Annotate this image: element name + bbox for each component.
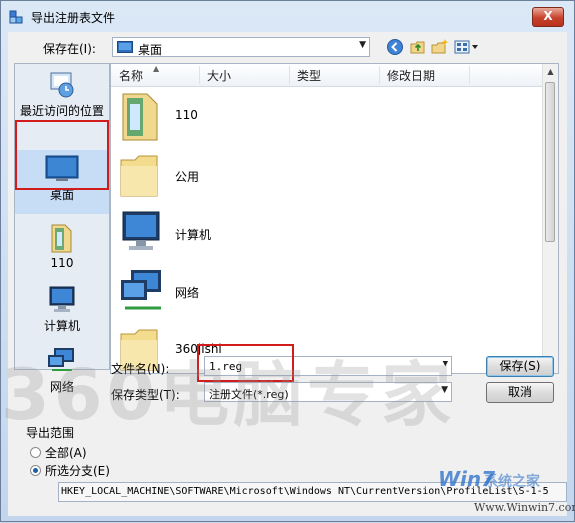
file-list[interactable]: 名称 ▲ 大小 类型 修改日期 110 公用 计算机 网络 360jishi ▲ <box>110 63 559 374</box>
view-icon <box>454 40 478 54</box>
list-item[interactable]: 网络 <box>117 266 517 316</box>
view-menu-button[interactable] <box>454 38 484 56</box>
column-divider <box>379 66 380 84</box>
column-header: 名称 ▲ 大小 类型 修改日期 <box>111 64 545 87</box>
column-divider <box>199 66 200 84</box>
place-label: 计算机 <box>43 319 80 333</box>
branch-path-input[interactable]: HKEY_LOCAL_MACHINE\SOFTWARE\Microsoft\Wi… <box>58 482 567 502</box>
filename-label: 文件名(N): <box>111 362 170 376</box>
column-divider <box>469 66 470 84</box>
up-folder-button[interactable] <box>409 38 427 56</box>
lookin-label: 保存在(I): <box>43 42 96 56</box>
place-user[interactable]: 110 <box>15 222 109 270</box>
user-folder-icon <box>122 93 158 141</box>
item-name: 公用 <box>175 170 200 184</box>
col-type[interactable]: 类型 <box>297 67 321 84</box>
back-arrow-icon <box>387 39 403 55</box>
new-folder-button[interactable] <box>431 38 449 56</box>
place-label: 最近访问的位置 <box>19 104 104 118</box>
filetype-select[interactable]: 注册文件(*.reg) ▼ <box>204 382 452 402</box>
chevron-down-icon: ▼ <box>359 40 366 50</box>
close-button[interactable]: X <box>532 7 564 27</box>
export-registry-dialog: 导出注册表文件 X 保存在(I): 桌面 ▼ 最近访问的位置 桌面 110 计算… <box>0 0 575 522</box>
recent-places-icon <box>50 72 74 98</box>
place-computer[interactable]: 计算机 <box>15 285 109 334</box>
radio-all[interactable] <box>30 447 41 458</box>
col-modified[interactable]: 修改日期 <box>387 67 435 84</box>
branch-path-value: HKEY_LOCAL_MACHINE\SOFTWARE\Microsoft\Wi… <box>61 486 549 497</box>
user-folder-icon <box>51 224 72 253</box>
export-range-group: 导出范围 全部(A) 所选分支(E) HKEY_LOCAL_MACHINE\SO… <box>8 424 567 516</box>
col-name[interactable]: 名称 <box>119 67 143 84</box>
place-network[interactable]: 网络 <box>15 346 109 395</box>
network-icon <box>121 270 161 310</box>
radio-branch-label[interactable]: 所选分支(E) <box>45 462 110 479</box>
save-button[interactable]: 保存(S) <box>486 356 554 377</box>
scroll-up-icon[interactable]: ▲ <box>543 64 558 79</box>
chevron-down-icon[interactable]: ▼ <box>443 359 448 369</box>
list-item[interactable]: 110 <box>117 90 517 141</box>
list-item[interactable]: 公用 <box>117 150 517 200</box>
computer-icon <box>122 211 160 250</box>
scroll-thumb[interactable] <box>545 82 555 242</box>
export-range-title: 导出范围 <box>26 426 75 440</box>
folder-icon <box>120 155 158 197</box>
vertical-scrollbar[interactable]: ▲ ▼ <box>542 64 558 373</box>
dialog-body: 保存在(I): 桌面 ▼ 最近访问的位置 桌面 110 计算机 网络 名称 ▲ … <box>8 32 567 516</box>
sort-up-icon: ▲ <box>153 64 160 73</box>
filetype-value: 注册文件(*.reg) <box>209 388 289 401</box>
column-divider <box>289 66 290 84</box>
places-bar: 最近访问的位置 桌面 110 计算机 网络 <box>14 63 110 394</box>
highlight-box-desktop <box>15 120 109 190</box>
back-button[interactable] <box>386 38 404 56</box>
place-label: 网络 <box>49 380 74 394</box>
list-item[interactable]: 计算机 <box>117 208 517 258</box>
item-name: 计算机 <box>175 228 212 242</box>
lookin-combo[interactable]: 桌面 ▼ <box>112 37 370 57</box>
radio-all-label[interactable]: 全部(A) <box>45 444 87 461</box>
place-label: 桌面 <box>49 188 74 202</box>
filetype-label: 保存类型(T): <box>111 388 180 402</box>
item-name: 网络 <box>175 286 200 300</box>
window-title: 导出注册表文件 <box>31 11 116 25</box>
chevron-down-icon: ▼ <box>441 385 448 395</box>
regedit-icon <box>9 10 23 24</box>
up-folder-icon <box>410 41 425 54</box>
new-folder-icon <box>431 39 449 54</box>
col-size[interactable]: 大小 <box>207 67 231 84</box>
title-bar[interactable]: 导出注册表文件 X <box>1 1 574 33</box>
place-label: 110 <box>50 256 74 270</box>
item-name: 110 <box>175 108 198 122</box>
cancel-button[interactable]: 取消 <box>486 382 554 403</box>
radio-branch[interactable] <box>30 465 41 476</box>
place-recent[interactable]: 最近访问的位置 <box>15 68 109 119</box>
computer-icon <box>49 286 75 312</box>
highlight-box-filename <box>197 344 294 382</box>
lookin-value: 桌面 <box>138 43 163 57</box>
network-icon <box>48 348 74 371</box>
desktop-icon <box>117 41 133 53</box>
